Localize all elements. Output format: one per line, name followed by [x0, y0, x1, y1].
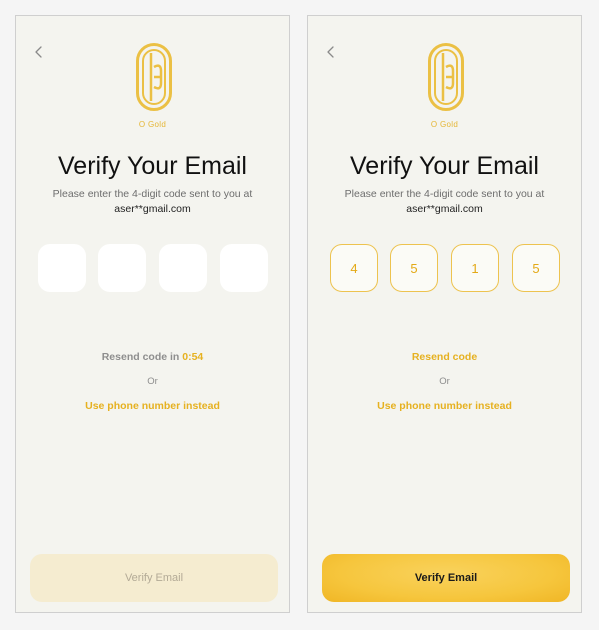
code-digit-2[interactable] — [98, 244, 146, 292]
chevron-left-icon[interactable] — [324, 44, 338, 60]
resend-code-link[interactable]: Resend code — [308, 351, 581, 363]
code-digit-1[interactable] — [38, 244, 86, 292]
resend-label: Resend code in — [101, 351, 180, 363]
email-address: aser**gmail.com — [406, 203, 483, 215]
code-digit-3[interactable]: 1 — [451, 244, 499, 292]
page-title: Verify Your Email — [350, 152, 539, 180]
email-address: aser**gmail.com — [114, 203, 191, 215]
code-digit-1[interactable]: 4 — [330, 244, 378, 292]
resend-countdown: Resend code in 0:54 — [16, 351, 289, 363]
instruction-text: Please enter the 4-digit code sent to yo… — [344, 188, 545, 200]
code-digit-4[interactable] — [220, 244, 268, 292]
o-gold-logo — [428, 43, 464, 111]
brand-name: O Gold — [138, 120, 167, 129]
verify-email-button[interactable]: Verify Email — [322, 554, 570, 602]
code-digit-2[interactable]: 5 — [390, 244, 438, 292]
code-digit-4[interactable]: 5 — [512, 244, 560, 292]
brand-name: O Gold — [430, 120, 459, 129]
chevron-left-icon[interactable] — [32, 44, 46, 60]
use-phone-link[interactable]: Use phone number instead — [308, 400, 581, 412]
o-gold-logo — [136, 43, 172, 111]
or-divider: Or — [147, 376, 158, 387]
verify-email-screen-filled: O Gold Verify Your Email Please enter th… — [307, 15, 582, 613]
verify-email-button[interactable]: Verify Email — [30, 554, 278, 602]
code-digit-3[interactable] — [159, 244, 207, 292]
verify-email-screen-empty: O Gold Verify Your Email Please enter th… — [15, 15, 290, 613]
page-title: Verify Your Email — [58, 152, 247, 180]
instruction-text: Please enter the 4-digit code sent to yo… — [52, 188, 253, 200]
use-phone-link[interactable]: Use phone number instead — [16, 400, 289, 412]
or-divider: Or — [439, 376, 450, 387]
resend-timer: 0:54 — [182, 351, 204, 363]
